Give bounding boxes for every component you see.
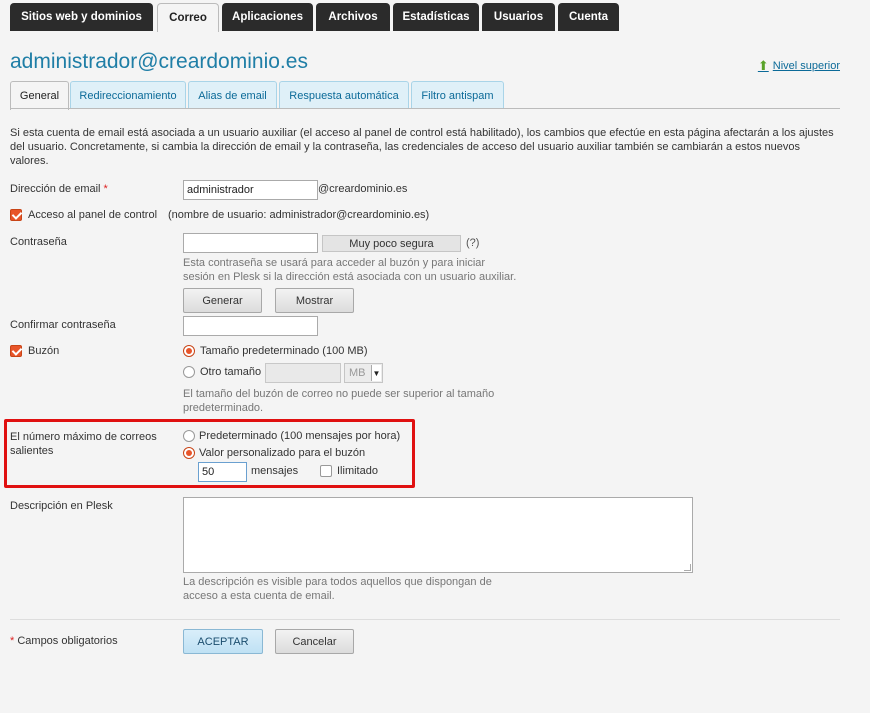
mailbox-hint-line-2: predeterminado. — [183, 402, 264, 414]
required-note-text: Campos obligatorios — [17, 635, 118, 647]
required-mark: * — [10, 635, 15, 647]
tab-account[interactable]: Cuenta — [558, 3, 619, 31]
confirm-password-input[interactable] — [183, 316, 318, 336]
panel-access-checkbox[interactable] — [10, 209, 22, 221]
up-level-link[interactable]: ⬆ Nivel superior — [758, 58, 840, 74]
description-textarea[interactable] — [183, 497, 693, 573]
max-outgoing-default-label: Predeterminado (100 mensajes por hora) — [199, 430, 401, 442]
email-input[interactable]: administrador — [183, 180, 318, 200]
mailbox-hint-line-1: El tamaño del buzón de correo no puede s… — [183, 388, 495, 400]
description-label: Descripción en Plesk — [10, 500, 113, 512]
password-label: Contraseña — [10, 236, 67, 248]
password-help-icon[interactable]: (?) — [466, 237, 479, 249]
top-navigation: Sitios web y dominios Correo Aplicacione… — [0, 0, 870, 32]
max-outgoing-label-line-2: salientes — [10, 445, 54, 457]
tab-mail[interactable]: Correo — [157, 3, 219, 32]
max-outgoing-label: El número máximo de correos salientes — [10, 430, 157, 458]
password-hint-line-1: Esta contraseña se usará para acceder al… — [183, 257, 486, 269]
required-mark: * — [103, 183, 108, 195]
unlimited-checkbox[interactable] — [320, 465, 332, 477]
email-domain: @creardominio.es — [318, 183, 408, 195]
tab-files[interactable]: Archivos — [316, 3, 390, 31]
subtab-autoresponder[interactable]: Respuesta automática — [279, 81, 409, 109]
tab-label: Archivos — [328, 11, 378, 23]
tab-label: Estadísticas — [402, 11, 470, 23]
up-arrow-icon: ⬆ — [757, 58, 769, 73]
mailbox-size-input[interactable] — [265, 363, 341, 383]
panel-access-note: (nombre de usuario: administrador@creard… — [168, 209, 430, 221]
max-outgoing-value-input[interactable]: 50 — [198, 462, 247, 482]
description-hint-line-1: La descripción es visible para todos aqu… — [183, 576, 492, 588]
mailbox-label: Buzón — [28, 345, 60, 357]
max-outgoing-custom-label: Valor personalizado para el buzón — [199, 447, 366, 459]
resize-grip-icon[interactable] — [684, 564, 691, 571]
subtab-forwarding[interactable]: Redireccionamiento — [70, 81, 186, 109]
subtab-label: Alias de email — [198, 89, 267, 102]
mailbox-unit-select[interactable]: MB ▼ — [344, 363, 383, 383]
intro-text: Si esta cuenta de email está asociada a … — [10, 127, 834, 167]
max-outgoing-unit: mensajes — [251, 465, 299, 477]
confirm-password-label: Confirmar contraseña — [10, 319, 116, 331]
cancel-button[interactable]: Cancelar — [275, 629, 354, 654]
tab-applications[interactable]: Aplicaciones — [222, 3, 313, 31]
tab-websites-domains[interactable]: Sitios web y dominios — [10, 3, 153, 31]
subtab-label: Respuesta automática — [289, 89, 399, 102]
mailbox-unit-value: MB — [349, 367, 366, 379]
max-outgoing-custom-radio[interactable] — [183, 447, 195, 459]
subtab-label: Redireccionamiento — [79, 89, 177, 102]
subtab-aliases[interactable]: Alias de email — [188, 81, 277, 109]
mailbox-default-radio[interactable] — [183, 345, 195, 357]
form-divider — [10, 619, 840, 620]
required-fields-note: * Campos obligatorios — [10, 635, 118, 647]
mailbox-checkbox[interactable] — [10, 345, 22, 357]
email-label-text: Dirección de email — [10, 183, 101, 195]
description-hint-line-2: acceso a esta cuenta de email. — [183, 590, 335, 602]
page-title: administrador@creardominio.es — [10, 50, 308, 73]
subtabs-divider — [10, 108, 840, 109]
tab-label: Correo — [169, 12, 207, 24]
tab-label: Usuarios — [493, 11, 544, 23]
tab-statistics[interactable]: Estadísticas — [393, 3, 479, 31]
subtab-general[interactable]: General — [10, 81, 69, 110]
password-input[interactable] — [183, 233, 318, 253]
panel-access-label: Acceso al panel de control — [28, 209, 158, 221]
mailbox-other-label: Otro tamaño — [200, 366, 262, 378]
show-button[interactable]: Mostrar — [275, 288, 354, 313]
chevron-down-icon: ▼ — [371, 365, 381, 381]
subtab-antispam[interactable]: Filtro antispam — [411, 81, 504, 109]
tab-label: Aplicaciones — [232, 11, 303, 23]
generate-button[interactable]: Generar — [183, 288, 262, 313]
tab-label: Cuenta — [569, 11, 608, 23]
password-hint-line-2: sesión en Plesk si la dirección está aso… — [183, 271, 517, 283]
tab-users[interactable]: Usuarios — [482, 3, 555, 31]
email-label: Dirección de email * — [10, 183, 108, 195]
mailbox-default-label: Tamaño predeterminado (100 MB) — [200, 345, 368, 357]
subtab-label: Filtro antispam — [421, 89, 494, 102]
subtab-label: General — [19, 90, 60, 102]
max-outgoing-label-line-1: El número máximo de correos — [10, 431, 157, 443]
mailbox-other-radio[interactable] — [183, 366, 195, 378]
accept-button[interactable]: ACEPTAR — [183, 629, 263, 654]
unlimited-label: Ilimitado — [337, 465, 378, 477]
up-level-label: Nivel superior — [772, 60, 840, 72]
password-strength-meter: Muy poco segura — [322, 235, 461, 252]
max-outgoing-default-radio[interactable] — [183, 430, 195, 442]
tab-label: Sitios web y dominios — [21, 11, 142, 23]
